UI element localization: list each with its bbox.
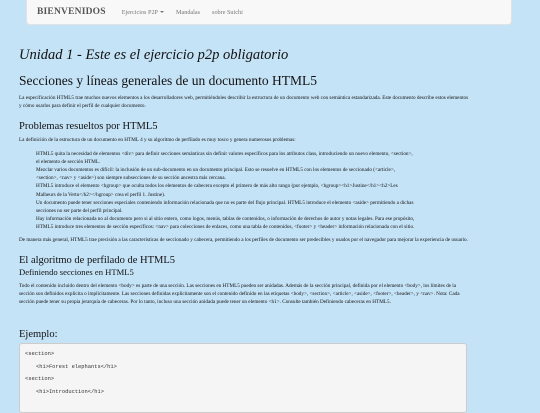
example-heading: Ejemplo: <box>19 329 58 340</box>
list-item: <section>, <nav> y <aside>) son siempre … <box>36 175 226 182</box>
list-item: el elemento de sección HTML. <box>36 158 101 165</box>
top-navbar: BIENVENIDOS Ejercicios P2P Mandalas sobr… <box>26 0 512 25</box>
section-title: Secciones y líneas generales de un docum… <box>19 73 318 88</box>
list-item: HTML5 introduce tres elementos de secció… <box>36 224 415 231</box>
list-item: HTML5 introduce el elemento <hgroup> que… <box>36 183 398 190</box>
code-line: <h1>Forest elephants</h1> <box>36 363 117 370</box>
problems-closing: De manera más general, HTML5 trae precis… <box>19 236 468 243</box>
code-line: <section> <box>25 351 55 357</box>
list-item: Mezclar varios documentos es difícil: la… <box>36 167 396 174</box>
algorithm-subheading: Definiendo secciones en HTML5 <box>19 266 134 277</box>
nav-item-ejercicios[interactable]: Ejercicios P2P <box>116 9 170 16</box>
problems-list: HTML5 quita la necesidad de elementos <d… <box>19 150 469 232</box>
list-item: Un documento puede tener secciones espec… <box>36 199 414 206</box>
main-content: Unidad 1 - Este es el ejercicio p2p obli… <box>19 46 469 306</box>
brand-link[interactable]: BIENVENIDOS <box>27 7 116 17</box>
nav-item-label: Ejercicios P2P <box>121 8 158 16</box>
list-item: secciones no ser parte del perfil princi… <box>36 208 123 215</box>
nav-item-mandalas[interactable]: Mandalas <box>170 9 206 16</box>
problems-heading: Problemas resueltos por HTML5 <box>19 121 158 133</box>
unit-title: Unidad 1 - Este es el ejercicio p2p obli… <box>19 47 289 63</box>
algorithm-heading: El algoritmo de perfilado de HTML5 <box>19 254 175 266</box>
problems-definition: La definición de la estructura de un doc… <box>19 137 296 144</box>
code-line: <section> <box>25 376 55 382</box>
code-example: <section> <h1>Forest elephants</h1> <sec… <box>19 343 467 413</box>
algorithm-paragraph: Todo el contenido incluido dentro del el… <box>19 282 460 306</box>
chevron-down-icon <box>159 11 164 13</box>
intro-paragraph: La especificación HTML5 trae muchos nuev… <box>19 95 469 110</box>
list-item: Malheurs de la Vertu</h2></hgroup> crea … <box>36 191 166 198</box>
nav-item-sobre-suichi[interactable]: sobre Suichi <box>206 9 249 16</box>
list-item: Hay información relacionada no al docume… <box>36 216 415 223</box>
list-item: HTML5 quita la necesidad de elementos <d… <box>36 150 413 157</box>
code-line: <h1>Introduction</h1> <box>36 388 104 395</box>
